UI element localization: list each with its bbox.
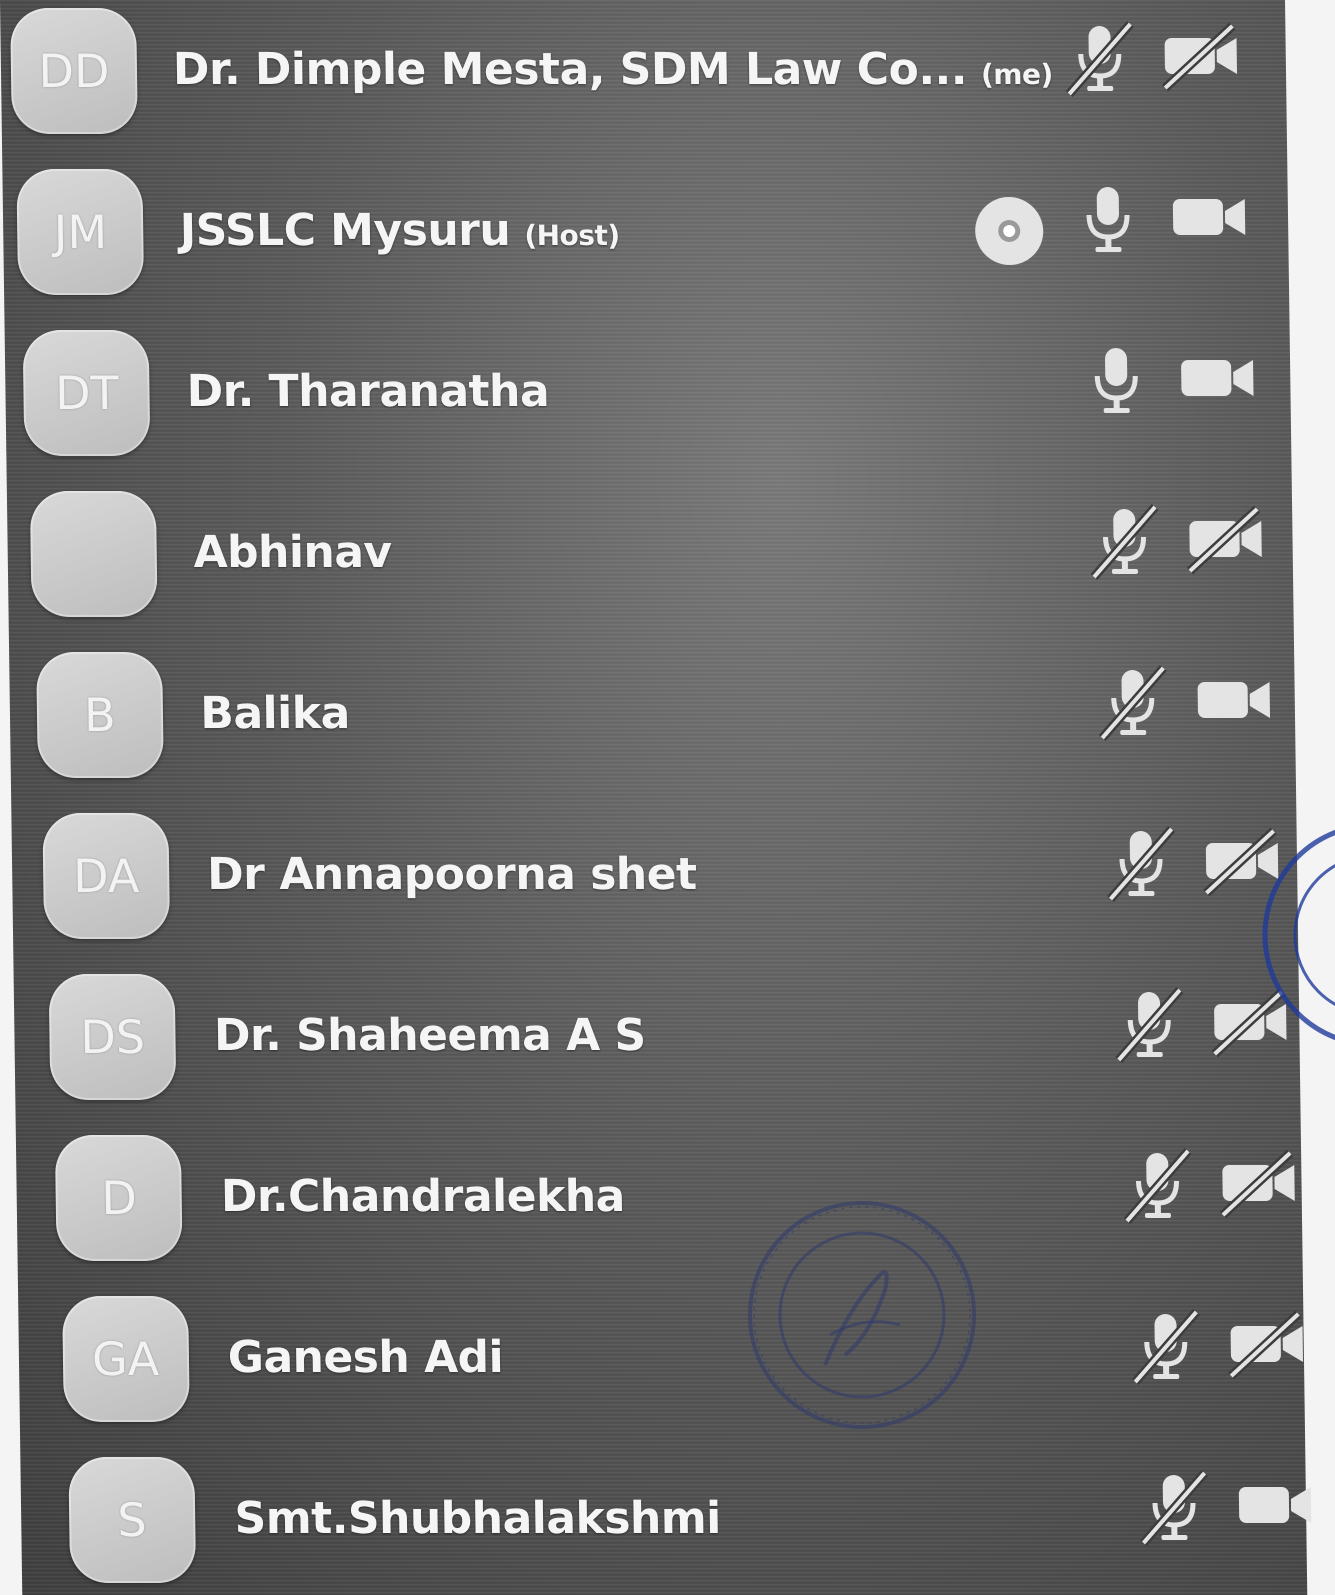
microphone-muted-icon[interactable] — [1110, 984, 1191, 1064]
participant-name: Dr. Dimple Mesta, SDM Law Co... (me) — [173, 44, 1053, 95]
participant-row[interactable]: D Dr.Chandralekha — [16, 1135, 1303, 1295]
participant-name: Abhinav — [193, 527, 392, 578]
participant-name-text: Dr. Shaheema A S — [213, 1010, 647, 1061]
microphone-muted-icon[interactable] — [1060, 18, 1141, 98]
microphone-muted-icon[interactable] — [1134, 1467, 1215, 1547]
participant-name-text: Dr Annapoorna shet — [206, 849, 697, 900]
avatar: DS — [48, 974, 177, 1100]
participant-name-text: Abhinav — [193, 527, 393, 578]
participant-row[interactable]: JM JSSLC Mysuru (Host) — [2, 169, 1289, 329]
participant-row[interactable]: B Balika — [9, 652, 1296, 812]
avatar: D — [55, 1135, 183, 1261]
participant-name: JSSLC Mysuru (Host) — [179, 205, 619, 256]
video-camera-icon[interactable] — [1234, 1465, 1315, 1545]
video-camera-off-icon[interactable] — [1185, 499, 1266, 579]
avatar — [29, 491, 158, 617]
avatar: S — [68, 1457, 196, 1583]
participant-name: Smt.Shubhalakshmi — [234, 1493, 721, 1544]
microphone-muted-icon[interactable] — [1101, 823, 1182, 903]
avatar: DT — [22, 330, 151, 456]
participant-name-text: Balika — [199, 688, 351, 739]
participant-name-text: Smt.Shubhalakshmi — [234, 1493, 722, 1544]
participant-row[interactable]: DA Dr Annapoorna shet — [11, 813, 1298, 973]
video-camera-icon[interactable] — [1168, 177, 1249, 257]
video-camera-icon[interactable] — [1177, 338, 1258, 418]
participant-name-text: Dr. Tharanatha — [186, 366, 550, 417]
participants-screen: DD Dr. Dimple Mesta, SDM Law Co... (me) JM… — [0, 0, 1335, 1595]
video-camera-icon[interactable] — [1193, 660, 1274, 740]
participant-name: Balika — [200, 688, 350, 739]
partial-seal-stamp — [1245, 820, 1335, 1050]
participant-role-label: (Host) — [524, 219, 620, 252]
avatar: DA — [42, 813, 171, 939]
microphone-muted-icon[interactable] — [1126, 1306, 1207, 1386]
video-camera-off-icon[interactable] — [1218, 1143, 1299, 1223]
microphone-muted-icon[interactable] — [1118, 1145, 1199, 1225]
avatar: B — [35, 652, 164, 778]
participant-row[interactable]: S Smt.Shubhalakshmi — [20, 1457, 1312, 1595]
video-camera-off-icon[interactable] — [1160, 16, 1241, 96]
participant-name-text: Ganesh Adi — [227, 1332, 504, 1383]
video-camera-off-icon[interactable] — [1226, 1304, 1307, 1384]
participant-row[interactable]: DS Dr. Shaheema A S — [14, 974, 1301, 1134]
microphone-muted-icon[interactable] — [1093, 662, 1174, 742]
participant-name: Dr. Shaheema A S — [214, 1010, 646, 1061]
participant-role-label: (me) — [980, 58, 1053, 91]
microphone-muted-icon[interactable] — [1085, 501, 1166, 581]
participant-name: Dr. Tharanatha — [186, 366, 549, 417]
avatar: JM — [16, 169, 145, 295]
institution-seal-stamp — [730, 1195, 995, 1435]
participant-row[interactable]: Abhinav — [7, 491, 1294, 651]
participant-name-text: JSSLC Mysuru — [179, 205, 511, 256]
participant-row[interactable]: GA Ganesh Adi — [18, 1296, 1305, 1456]
avatar: GA — [61, 1296, 190, 1422]
participant-name: Dr.Chandralekha — [221, 1171, 626, 1222]
participants-panel: DD Dr. Dimple Mesta, SDM Law Co... (me) JM… — [0, 0, 1312, 1595]
participant-name: Dr Annapoorna shet — [207, 849, 697, 900]
participant-row[interactable]: DT Dr. Tharanatha — [5, 330, 1292, 490]
participant-name-text: Dr. Dimple Mesta, SDM Law Co... — [172, 44, 968, 95]
avatar: DD — [10, 8, 138, 134]
participant-row[interactable]: DD Dr. Dimple Mesta, SDM Law Co... (me) — [0, 8, 1287, 168]
microphone-icon[interactable] — [1077, 340, 1158, 420]
microphone-icon[interactable] — [1068, 179, 1149, 259]
participant-name: Ganesh Adi — [227, 1332, 503, 1383]
participant-name-text: Dr.Chandralekha — [220, 1171, 626, 1222]
recording-icon — [969, 191, 1050, 271]
